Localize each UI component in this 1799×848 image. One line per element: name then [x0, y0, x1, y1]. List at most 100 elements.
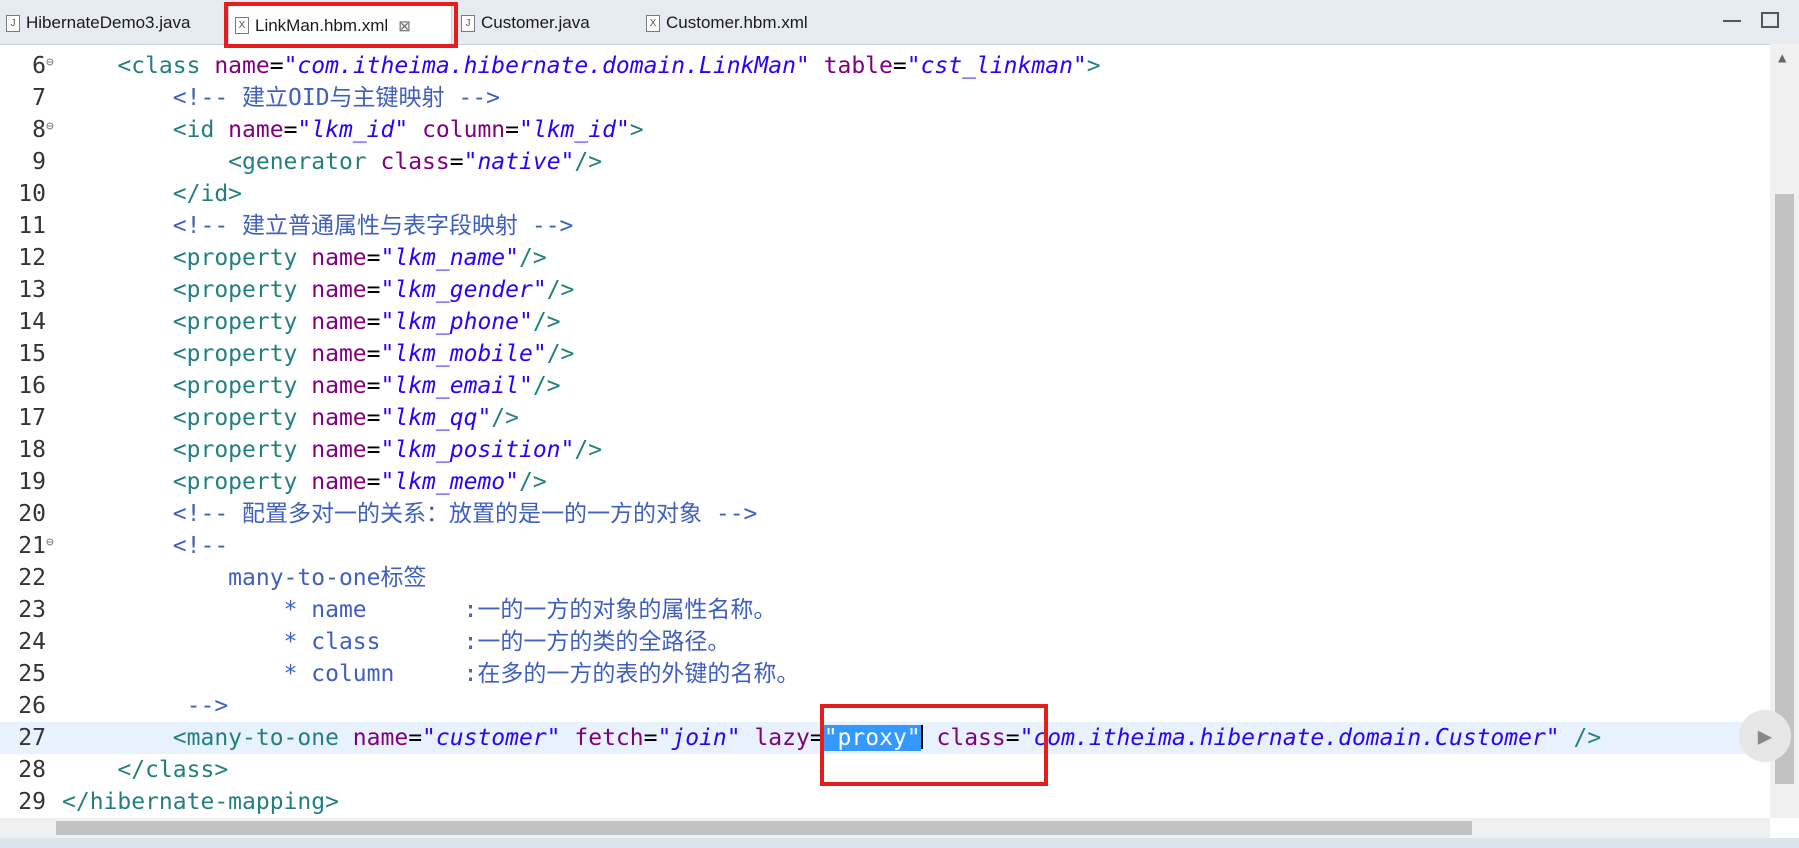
code-token: <property [172, 245, 312, 271]
line-number: 23 [18, 597, 46, 623]
code-token: class [936, 725, 1006, 751]
tab-label: LinkMan.hbm.xml [255, 15, 389, 35]
code-line[interactable]: 11 <!-- 建立普通属性与表字段映射 --> [0, 210, 1770, 242]
play-icon[interactable]: ▶ [1739, 710, 1791, 762]
code-line[interactable]: 16 <property name="lkm_email"/> [0, 370, 1770, 402]
code-token: <!-- 配置多对一的关系：放置的是一的一方的对象 --> [172, 501, 758, 527]
code-token: name [311, 405, 367, 431]
code-line[interactable]: 15 <property name="lkm_mobile"/> [0, 338, 1770, 370]
code-token: <id [172, 117, 229, 143]
code-line[interactable]: 14 <property name="lkm_phone"/> [0, 306, 1770, 338]
fold-toggle-icon[interactable]: ⊖ [46, 50, 54, 76]
code-token: </class> [117, 757, 229, 783]
code-token: <property [172, 309, 312, 335]
fold-toggle-icon[interactable]: ⊖ [46, 114, 54, 140]
code-line[interactable]: 21 ⊖ <!-- [0, 530, 1770, 562]
line-number: 22 [18, 565, 46, 591]
code-token: fetch [574, 725, 644, 751]
code-line[interactable]: 19 <property name="lkm_memo"/> [0, 466, 1770, 498]
code-line[interactable]: 8 ⊖ <id name="lkm_id" column="lkm_id"> [0, 114, 1770, 146]
code-text: <many-to-one name="customer" fetch="join… [62, 722, 1601, 754]
window-controls [1723, 12, 1779, 28]
code-token: <property [172, 469, 312, 495]
java-file-icon: J [6, 14, 20, 32]
code-line[interactable]: 26 --> [0, 690, 1770, 722]
code-token: = [892, 53, 907, 79]
vertical-scrollbar[interactable]: ▲ [1770, 44, 1799, 818]
tab-label: Customer.java [481, 13, 590, 32]
horizontal-scroll-thumb[interactable] [56, 821, 1472, 835]
code-line[interactable]: 23 * name :一的一方的对象的属性名称。 [0, 594, 1770, 626]
code-token: * class :一的一方的类的全路径。 [283, 629, 731, 655]
code-text: <!-- 建立普通属性与表字段映射 --> [62, 210, 574, 242]
code-token: = [366, 277, 381, 303]
code-line[interactable]: 10 </id> [0, 178, 1770, 210]
code-line[interactable]: 17 <property name="lkm_qq"/> [0, 402, 1770, 434]
code-token: "lkm_email" [380, 373, 533, 399]
code-token: "com.itheima.hibernate.domain.LinkMan" [283, 53, 810, 79]
line-number: 9 [32, 149, 46, 175]
code-token: /> [546, 341, 575, 367]
code-line[interactable]: 25 * column :在多的一方的表的外键的名称。 [0, 658, 1770, 690]
tab-linkman-hbm-xml[interactable]: X LinkMan.hbm.xml ⊠ [228, 5, 452, 45]
selected-text: "proxy" [823, 725, 921, 751]
code-line[interactable]: 12 <property name="lkm_name"/> [0, 242, 1770, 274]
code-token: /> [574, 437, 603, 463]
line-number: 28 [18, 757, 46, 783]
code-token: /> [1573, 725, 1602, 751]
code-line[interactable]: 9 <generator class="native"/> [0, 146, 1770, 178]
tab-hibernatedemo3-java[interactable]: J HibernateDemo3.java [0, 6, 214, 40]
code-token: "customer" [422, 725, 561, 751]
code-line[interactable]: 27 <many-to-one name="customer" fetch="j… [0, 722, 1770, 754]
code-token: /> [532, 373, 561, 399]
code-text: <!-- 配置多对一的关系：放置的是一的一方的对象 --> [62, 498, 758, 530]
vertical-scroll-thumb[interactable] [1775, 194, 1794, 784]
code-token: <generator [228, 149, 381, 175]
code-token: name [311, 341, 367, 367]
code-text: * name :一的一方的对象的属性名称。 [62, 594, 777, 626]
code-line[interactable]: 24 * class :一的一方的类的全路径。 [0, 626, 1770, 658]
fold-toggle-icon[interactable]: ⊖ [46, 530, 54, 556]
line-number: 14 [18, 309, 46, 335]
line-number: 12 [18, 245, 46, 271]
code-token: name [352, 725, 409, 751]
code-line[interactable]: 28 </class> [0, 754, 1770, 786]
code-line[interactable]: 6 ⊖ <class name="com.itheima.hibernate.do… [0, 50, 1770, 82]
code-text: <property name="lkm_phone"/> [62, 306, 561, 338]
line-number: 8 [32, 117, 46, 143]
tab-customer-hbm-xml[interactable]: X Customer.hbm.xml [640, 6, 840, 40]
horizontal-scrollbar[interactable] [0, 818, 1770, 838]
maximize-icon[interactable] [1761, 12, 1779, 28]
code-line[interactable]: 18 <property name="lkm_position"/> [0, 434, 1770, 466]
code-line[interactable]: 20 <!-- 配置多对一的关系：放置的是一的一方的对象 --> [0, 498, 1770, 530]
code-token: = [408, 725, 423, 751]
code-token: "native" [463, 149, 575, 175]
code-line[interactable]: 22 many-to-one标签 [0, 562, 1770, 594]
code-token: * name :一的一方的对象的属性名称。 [283, 597, 777, 623]
code-text: --> [62, 690, 229, 722]
code-token: <!-- [172, 533, 229, 559]
tab-customer-java[interactable]: J Customer.java [455, 6, 635, 40]
xml-editor[interactable]: 6 ⊖ <class name="com.itheima.hibernate.do… [0, 44, 1770, 818]
code-token: "lkm_phone" [380, 309, 533, 335]
code-line[interactable]: 29 </hibernate-mapping> [0, 786, 1770, 818]
code-line[interactable]: 7 <!-- 建立OID与主键映射 --> [0, 82, 1770, 114]
line-number: 19 [18, 469, 46, 495]
minimize-icon[interactable] [1723, 12, 1741, 22]
code-token: "lkm_mobile" [380, 341, 547, 367]
close-tab-icon[interactable]: ⊠ [398, 17, 411, 35]
scroll-up-icon[interactable]: ▲ [1778, 50, 1786, 66]
code-token: <!-- 建立OID与主键映射 --> [172, 85, 500, 111]
code-token: = [1005, 725, 1020, 751]
code-token: many-to-one标签 [228, 565, 427, 591]
code-line[interactable]: 13 <property name="lkm_gender"/> [0, 274, 1770, 306]
code-token: name [311, 373, 367, 399]
